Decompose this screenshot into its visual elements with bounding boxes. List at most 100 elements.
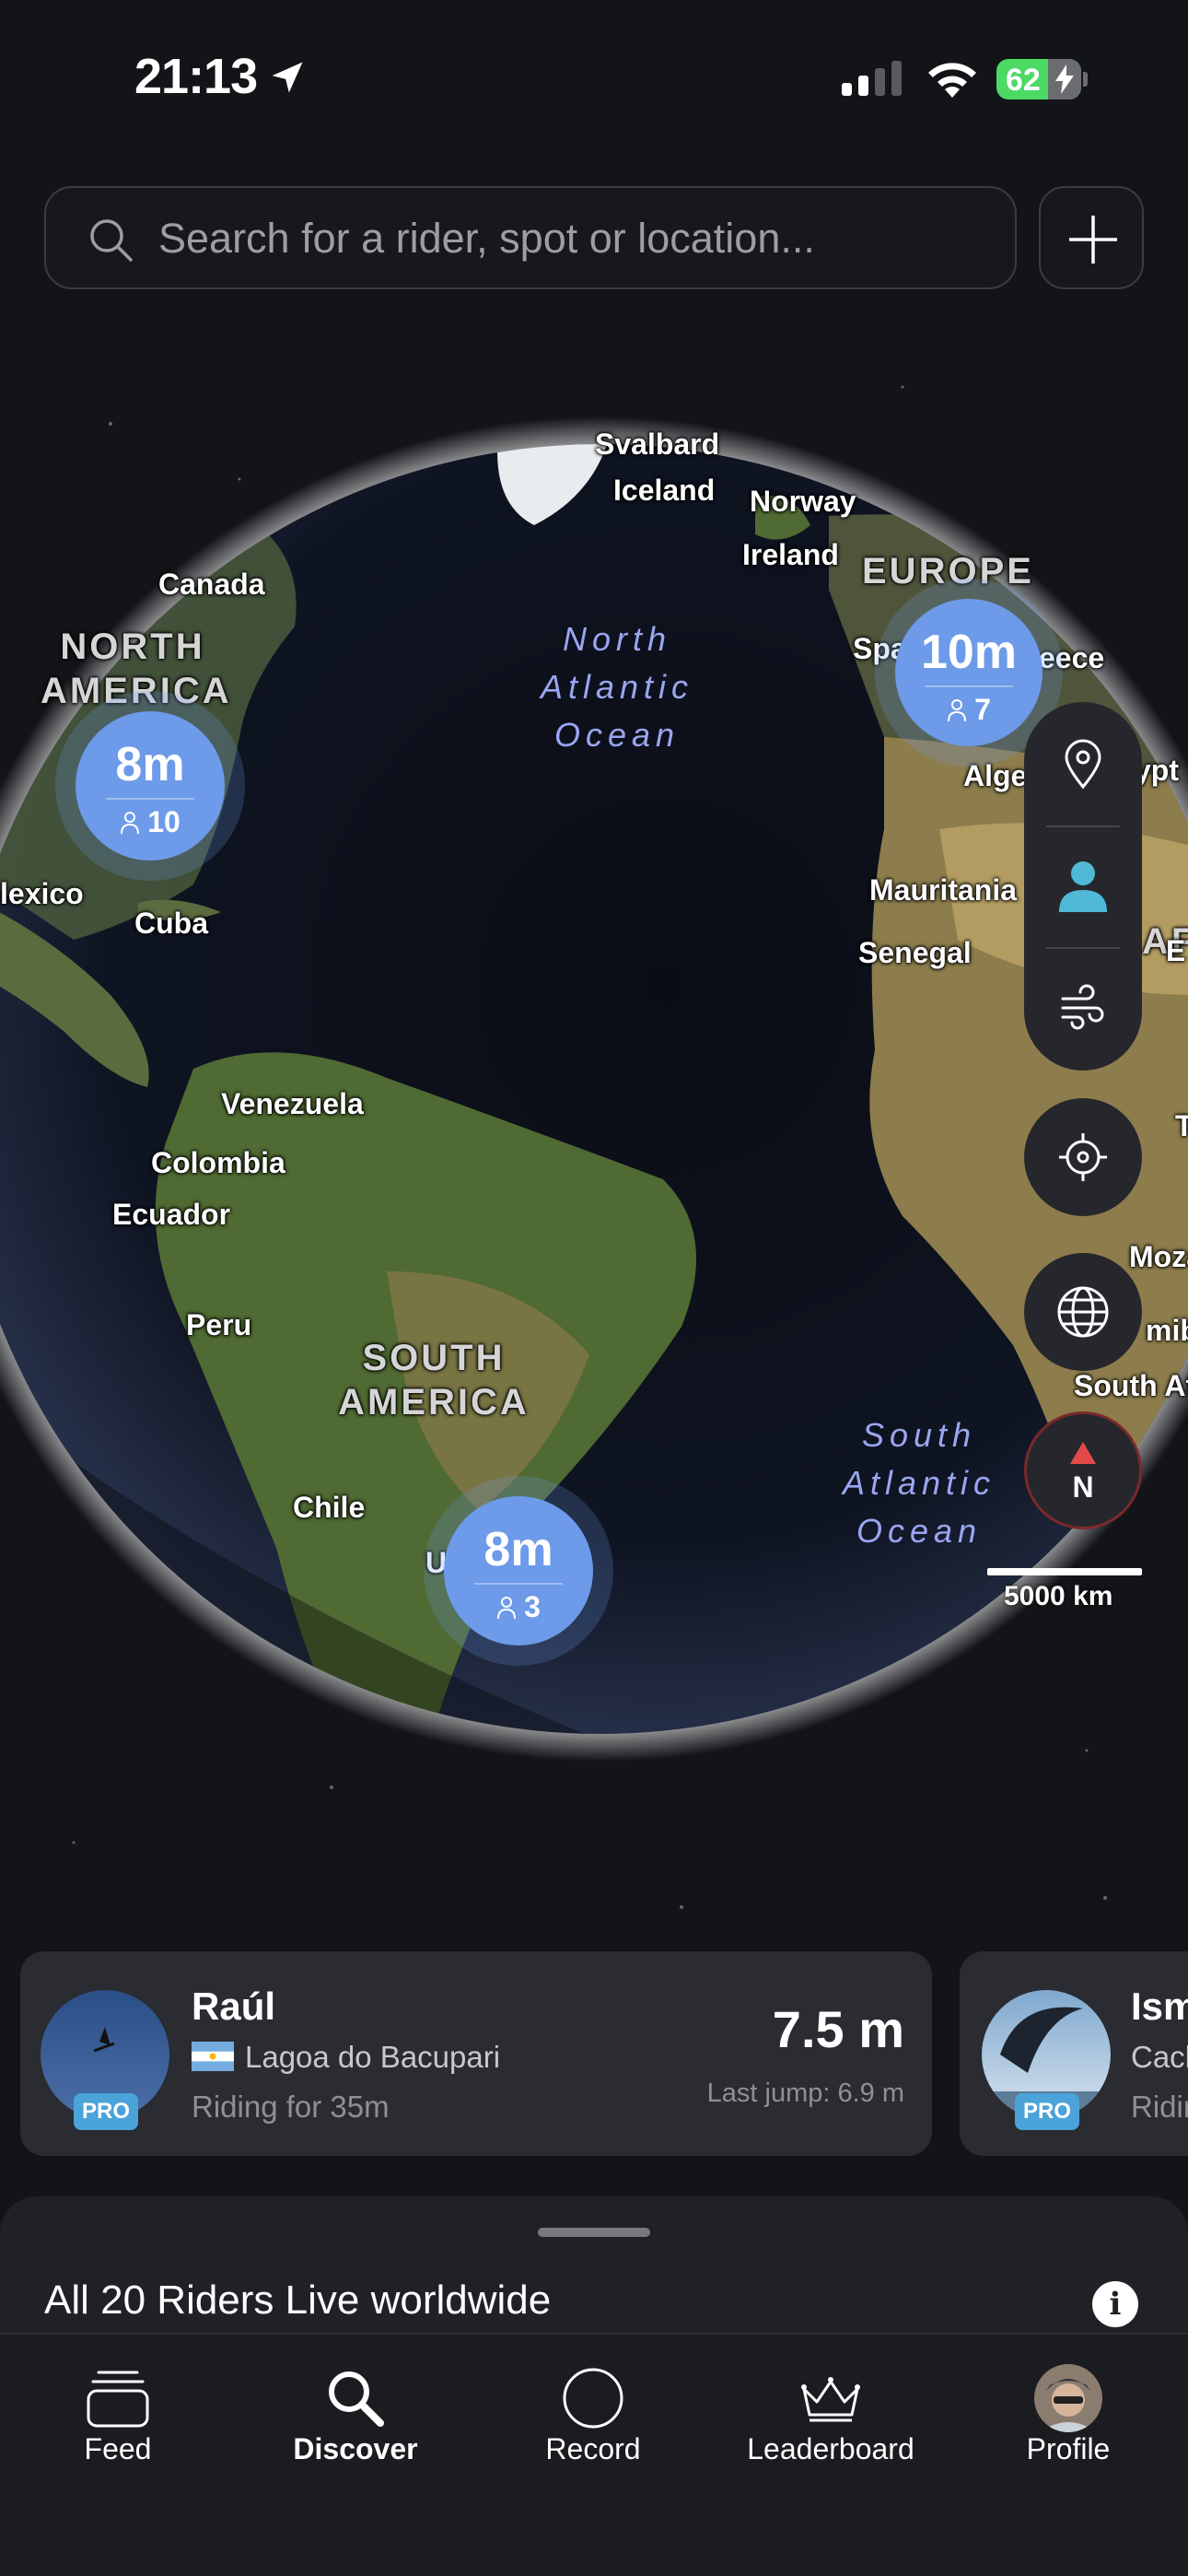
- rider-spot: Cach: [1131, 2040, 1188, 2074]
- map-label-mauritania: Mauritania: [869, 873, 1018, 907]
- avatar: [1034, 2364, 1102, 2432]
- argentina-flag-icon: [192, 2042, 234, 2072]
- rider-cluster[interactable]: 8m 3: [444, 1496, 593, 1645]
- map-label-mexico: lexico: [0, 877, 84, 910]
- info-icon[interactable]: i: [1092, 2281, 1138, 2327]
- rider-avatar: PRO: [41, 1990, 169, 2130]
- compass-label: N: [1072, 1470, 1093, 1501]
- person-icon: [497, 1596, 517, 1619]
- status-bar: 21:13 62: [0, 0, 1188, 157]
- map-layer-controls: [1024, 702, 1142, 1071]
- rider-card[interactable]: PRO Raúl Lagoa do Bacupari Riding for 35…: [20, 1951, 932, 2156]
- tab-record[interactable]: Record: [483, 2335, 704, 2482]
- rider-name: Ism: [1131, 1985, 1188, 2028]
- tab-feed[interactable]: Feed: [7, 2335, 228, 2482]
- map-label-algeria: Alge: [963, 759, 1028, 792]
- rider-name: Raúl: [192, 1985, 276, 2028]
- map-label-iceland: Iceland: [613, 474, 716, 507]
- tab-leaderboard[interactable]: Leaderboard: [720, 2335, 941, 2482]
- cluster-height: 8m: [483, 1523, 553, 1576]
- cluster-count: 7: [974, 693, 991, 726]
- locate-me-button[interactable]: [1024, 1098, 1142, 1216]
- map-label-e: E: [1166, 934, 1186, 967]
- compass-icon: N: [1070, 1442, 1096, 1501]
- rider-duration: Riding for 35m: [192, 2090, 390, 2124]
- scale-bar: [987, 1568, 1142, 1575]
- cluster-divider: [474, 1583, 563, 1585]
- map-label-t: T: [1175, 1109, 1188, 1142]
- map-label-namibia: mib: [1146, 1314, 1188, 1347]
- rider-cluster[interactable]: 8m 10: [76, 711, 225, 861]
- search-bar[interactable]: [44, 186, 1017, 289]
- status-time: 21:13: [134, 49, 258, 104]
- map-label-ecuador: Ecuador: [112, 1198, 231, 1231]
- map-label-south-atlantic: South Atlantic Ocean: [842, 1416, 996, 1550]
- search-input[interactable]: [158, 206, 987, 271]
- tab-label: Record: [545, 2432, 641, 2465]
- cluster-height: 10m: [920, 626, 1018, 679]
- rider-duration: Ridir: [1131, 2090, 1188, 2124]
- compass-button[interactable]: N: [1024, 1411, 1142, 1529]
- add-button[interactable]: [1039, 186, 1144, 289]
- map-label-venezuela: Venezuela: [221, 1087, 364, 1120]
- sheet-title: All 20 Riders Live worldwide: [44, 2277, 552, 2323]
- map-label-europe: EUROPE: [862, 551, 1034, 591]
- search-icon: [329, 2371, 384, 2427]
- scale-label: 5000 km: [1004, 1581, 1113, 1611]
- cellular-signal-icon: [842, 61, 902, 96]
- rider-jump-height: 7.5 m: [772, 2000, 904, 2058]
- map-label-north-atlantic: North Atlantic Ocean: [540, 620, 694, 754]
- globe-map[interactable]: Svalbard Iceland Norway Ireland Canada N…: [0, 350, 1188, 1935]
- globe-icon: [1057, 1286, 1109, 1338]
- map-label-peru: Peru: [186, 1308, 252, 1341]
- pro-badge: PRO: [1015, 2093, 1079, 2130]
- map-label-svalbard: Svalbard: [595, 427, 720, 461]
- cluster-count: 3: [524, 1590, 541, 1623]
- tab-profile[interactable]: Profile: [958, 2335, 1179, 2482]
- rider-cluster[interactable]: 10m 7: [895, 599, 1042, 746]
- tab-bar: Feed Discover Record Leaderboard Profile: [0, 2333, 1188, 2576]
- search-icon: [90, 219, 133, 262]
- sheet-drag-handle[interactable]: [538, 2228, 650, 2237]
- map-label-north-america: NORTH AMERICA: [41, 626, 232, 711]
- map-label-ireland: Ireland: [742, 538, 839, 571]
- cluster-rider-count: 7: [895, 693, 1042, 727]
- tab-discover[interactable]: Discover: [245, 2335, 466, 2482]
- person-icon: [121, 811, 140, 834]
- rider-avatar: PRO: [982, 1990, 1111, 2130]
- cluster-rider-count: 3: [444, 1590, 593, 1624]
- location-arrow-icon: [272, 62, 303, 93]
- cluster-count: 10: [147, 805, 181, 838]
- pro-badge: PRO: [74, 2093, 138, 2130]
- riders-layer-button[interactable]: [1024, 827, 1142, 945]
- tab-label: Feed: [84, 2432, 152, 2465]
- charging-bolt-icon: [1055, 64, 1074, 94]
- rider-spot: Lagoa do Bacupari: [192, 2040, 500, 2075]
- battery-level: 62: [1006, 63, 1041, 98]
- circle-icon: [563, 2368, 623, 2429]
- map-label-colombia: Colombia: [151, 1146, 285, 1179]
- rider-card[interactable]: PRO Ism Cach Ridir: [960, 1951, 1188, 2156]
- globe-view-button[interactable]: [1024, 1253, 1142, 1371]
- person-icon: [1059, 861, 1107, 912]
- wind-icon: [1061, 984, 1104, 1030]
- cluster-rider-count: 10: [76, 805, 225, 839]
- cluster-divider: [925, 685, 1013, 687]
- map-label-chile: Chile: [293, 1491, 366, 1524]
- location-pin-icon: [1065, 739, 1101, 790]
- wind-layer-button[interactable]: [1024, 949, 1142, 1067]
- map-label-norway: Norway: [750, 485, 856, 518]
- spots-layer-button[interactable]: [1024, 706, 1142, 824]
- rider-spot-name: Lagoa do Bacupari: [245, 2040, 501, 2074]
- crown-icon: [801, 2377, 860, 2422]
- rider-last-jump: Last jump: 6.9 m: [706, 2078, 904, 2108]
- tab-label: Leaderboard: [747, 2432, 914, 2465]
- person-icon: [948, 698, 967, 721]
- cluster-divider: [106, 798, 194, 800]
- tab-label: Discover: [293, 2432, 418, 2465]
- map-label-greece: eece: [1039, 641, 1105, 674]
- crosshair-icon: [1059, 1133, 1107, 1181]
- map-label-senegal: Senegal: [858, 936, 972, 969]
- battery-icon: 62: [996, 59, 1081, 100]
- stack-icon: [87, 2371, 149, 2428]
